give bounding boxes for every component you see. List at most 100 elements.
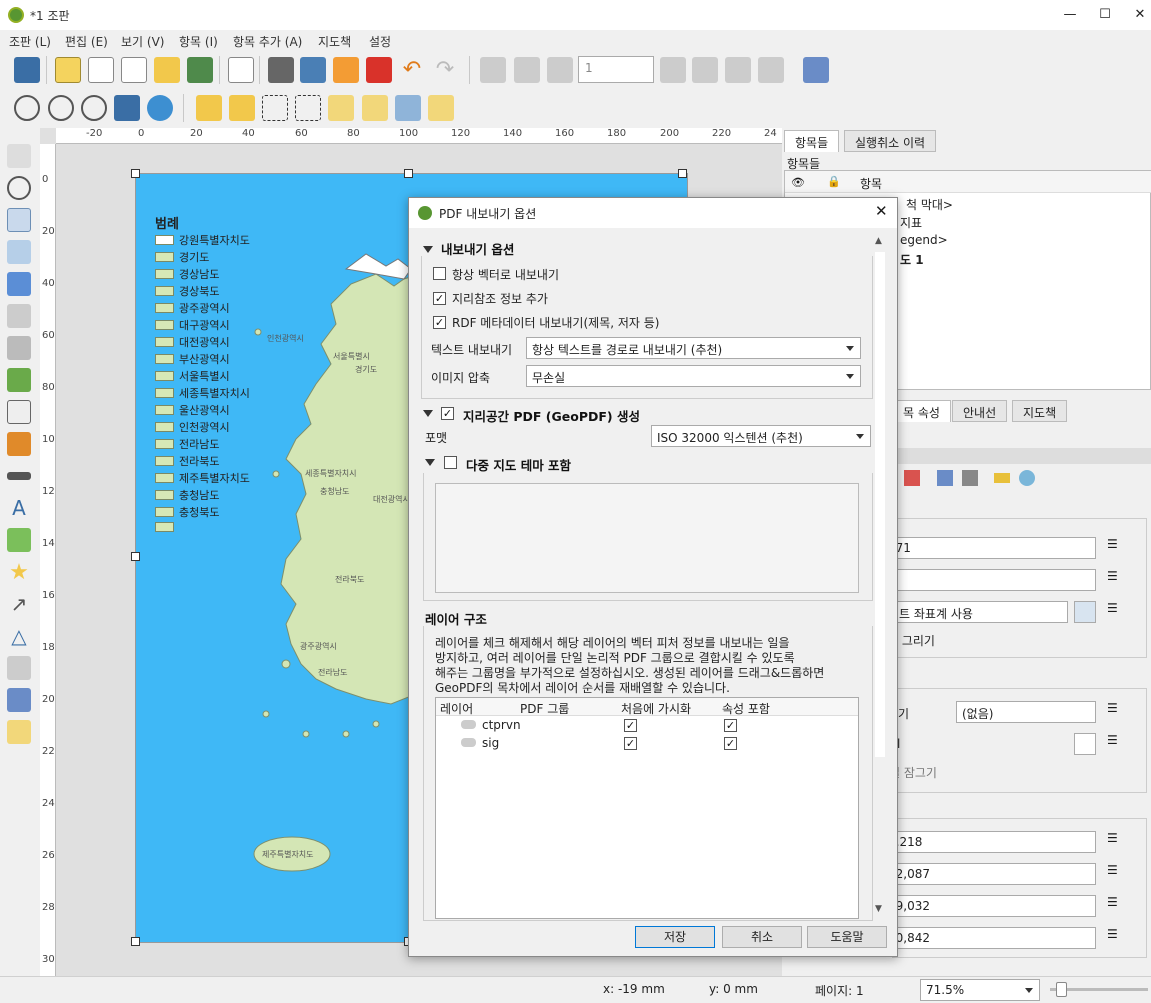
edit-nodes-icon[interactable]: [7, 272, 31, 296]
zoom-full-icon[interactable]: [114, 95, 140, 121]
zoom-actual-icon[interactable]: [81, 95, 107, 121]
move-content-icon[interactable]: [7, 240, 31, 264]
pan-hand-icon[interactable]: [7, 144, 31, 168]
menu-atlas[interactable]: 지도책: [318, 33, 351, 50]
select-move-icon[interactable]: [7, 208, 31, 232]
export-svg-icon[interactable]: [333, 57, 359, 83]
tab-item-properties[interactable]: 목 속성: [892, 400, 951, 422]
close-dialog-icon[interactable]: ✕: [875, 202, 888, 220]
item-row[interactable]: 지표: [900, 214, 922, 231]
scroll-up-icon[interactable]: ▲: [875, 236, 882, 246]
scale-field[interactable]: 371: [882, 537, 1096, 559]
layer-visible-checkbox[interactable]: ✓: [624, 719, 637, 732]
extent-ymin[interactable]: 32,087: [882, 863, 1096, 885]
map-tool-icon[interactable]: [994, 473, 1010, 483]
add-polyline-icon[interactable]: △: [7, 624, 31, 648]
format-select[interactable]: ISO 32000 익스텐션 (추천): [651, 425, 871, 447]
multi-theme-header[interactable]: [425, 455, 443, 470]
refresh-icon[interactable]: [147, 95, 173, 121]
ungroup-items-icon[interactable]: [295, 95, 321, 121]
atlas-preview-icon[interactable]: [480, 57, 506, 83]
zoom-in-icon[interactable]: [14, 95, 40, 121]
resize-handle[interactable]: [131, 169, 140, 178]
menu-edit[interactable]: 편집 (E): [65, 33, 108, 50]
map-tool-icon[interactable]: [937, 470, 953, 486]
new-layout-icon[interactable]: [55, 57, 81, 83]
resize-handle[interactable]: [131, 552, 140, 561]
add-html-icon[interactable]: [7, 656, 31, 680]
rotation-field[interactable]: °: [882, 569, 1096, 591]
add-label-icon[interactable]: [7, 400, 31, 424]
menu-items[interactable]: 항목 (I): [179, 33, 218, 50]
globe-crs-icon[interactable]: [1074, 601, 1096, 623]
first-feature-icon[interactable]: [514, 57, 540, 83]
layer-visible-checkbox[interactable]: ✓: [624, 737, 637, 750]
data-defined-icon[interactable]: ☰: [1107, 537, 1129, 559]
close-window-button[interactable]: ✕: [1125, 5, 1151, 25]
georef-checkbox[interactable]: ✓: [433, 292, 446, 305]
tab-guides[interactable]: 안내선: [952, 400, 1008, 422]
geopdf-checkbox[interactable]: ✓: [441, 407, 454, 420]
add-attribute-table-icon[interactable]: [7, 688, 31, 712]
add-3d-map-icon[interactable]: [7, 336, 31, 360]
zoom-out-icon[interactable]: [48, 95, 74, 121]
rdf-checkbox[interactable]: ✓: [433, 316, 446, 329]
last-feature-icon[interactable]: [692, 57, 718, 83]
layer-theme-eye-icon[interactable]: [1074, 733, 1096, 755]
maximize-button[interactable]: ☐: [1090, 5, 1120, 25]
data-defined-icon[interactable]: ☰: [1107, 733, 1129, 755]
cancel-button[interactable]: 취소: [722, 926, 802, 948]
item-row[interactable]: 도 1: [900, 251, 924, 268]
zoom-slider-handle[interactable]: [1056, 982, 1067, 997]
follow-theme-select[interactable]: (없음): [956, 701, 1096, 723]
minimize-button[interactable]: —: [1055, 5, 1085, 25]
resize-items-icon[interactable]: [428, 95, 454, 121]
atlas-settings-icon[interactable]: [803, 57, 829, 83]
layer-attributes-checkbox[interactable]: ✓: [724, 737, 737, 750]
layer-attributes-checkbox[interactable]: ✓: [724, 719, 737, 732]
zoom-tool-icon[interactable]: [7, 176, 31, 200]
add-shape-icon[interactable]: [7, 528, 31, 552]
print-atlas-icon[interactable]: [725, 57, 751, 83]
add-arrow-icon[interactable]: ↗: [7, 592, 31, 616]
save-button[interactable]: 저장: [635, 926, 715, 948]
data-defined-icon[interactable]: ☰: [1107, 831, 1129, 853]
lock-items-icon[interactable]: [196, 95, 222, 121]
layer-name[interactable]: sig: [482, 736, 499, 750]
map-tool-icon[interactable]: [962, 470, 978, 486]
map-tool-icon[interactable]: [904, 470, 920, 486]
data-defined-icon[interactable]: ☰: [1107, 927, 1129, 949]
geopdf-header[interactable]: [423, 406, 441, 421]
save-project-icon[interactable]: [14, 57, 40, 83]
resize-handle[interactable]: [404, 169, 413, 178]
menu-layout[interactable]: 조판 (L): [9, 33, 51, 50]
export-image-icon[interactable]: [300, 57, 326, 83]
add-fixed-table-icon[interactable]: [7, 720, 31, 744]
crs-select[interactable]: 젝트 좌표계 사용: [882, 601, 1068, 623]
extent-xmax[interactable]: 19,032: [882, 895, 1096, 917]
scrollbar-thumb[interactable]: [875, 252, 885, 757]
add-picture-icon[interactable]: [7, 368, 31, 392]
menu-settings[interactable]: 설정: [369, 33, 391, 50]
menu-add-item[interactable]: 항목 추가 (A): [233, 33, 302, 50]
unlock-items-icon[interactable]: [229, 95, 255, 121]
add-marker-icon[interactable]: ★: [7, 560, 31, 585]
data-defined-icon[interactable]: ☰: [1107, 895, 1129, 917]
save-template-icon[interactable]: [187, 57, 213, 83]
group-items-icon[interactable]: [262, 95, 288, 121]
resize-handle[interactable]: [131, 937, 140, 946]
extent-xmin[interactable]: 7,218: [882, 831, 1096, 853]
align-items-icon[interactable]: [362, 95, 388, 121]
dialog-scrollbar[interactable]: ▲ ▼: [873, 236, 887, 916]
raise-items-icon[interactable]: [328, 95, 354, 121]
print-icon[interactable]: [268, 57, 294, 83]
help-button[interactable]: 도움말: [807, 926, 887, 948]
add-scalebar-icon[interactable]: [7, 472, 31, 480]
zoom-select[interactable]: 71.5%: [920, 979, 1040, 1001]
add-legend-icon[interactable]: [7, 432, 31, 456]
tab-undo-history[interactable]: 실행취소 이력: [844, 130, 937, 152]
add-page-icon[interactable]: [7, 304, 31, 328]
atlas-page-input[interactable]: 1: [578, 56, 654, 83]
data-defined-icon[interactable]: ☰: [1107, 601, 1129, 623]
item-row[interactable]: egend>: [900, 233, 948, 247]
